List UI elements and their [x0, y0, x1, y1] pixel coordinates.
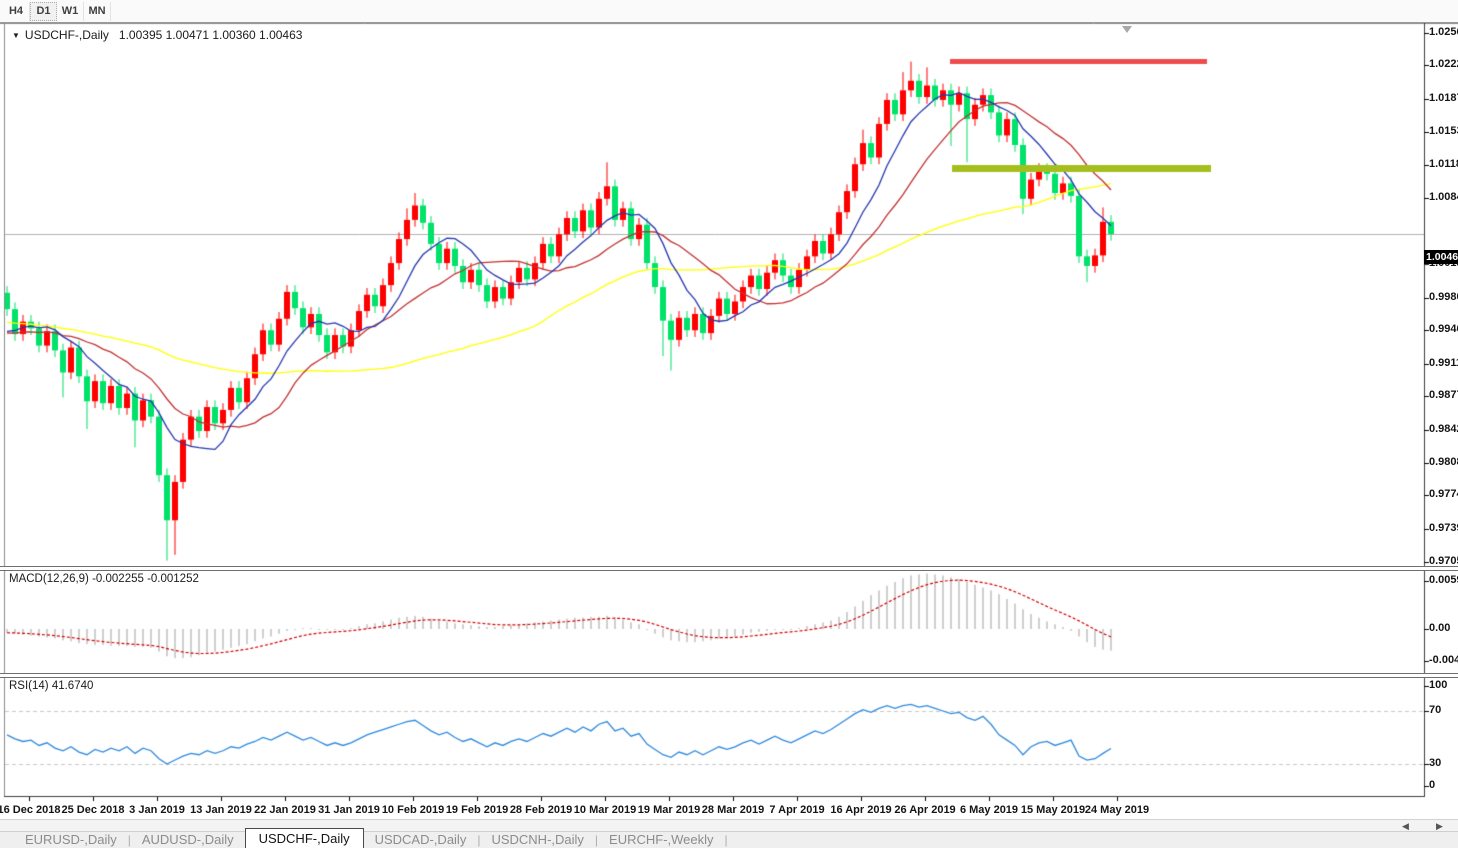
- chart-ohlc-values: 1.00395 1.00471 1.00360 1.00463: [118, 28, 303, 42]
- date-axis-label: 31 Jan 2019: [318, 804, 380, 816]
- price-axis-label: 0.99110: [1429, 357, 1458, 369]
- price-axis-label: 1.01530: [1429, 125, 1458, 137]
- date-axis-label: 16 Dec 2018: [0, 804, 61, 816]
- date-axis-label: 28 Feb 2019: [509, 804, 573, 816]
- tab-eurusd-daily[interactable]: EURUSD-,Daily: [14, 832, 128, 848]
- date-axis-label: 28 Mar 2019: [701, 804, 765, 816]
- date-axis-label: 15 May 2019: [1020, 804, 1086, 816]
- date-axis-label: 7 Apr 2019: [769, 804, 825, 816]
- horizontal-scrollbar[interactable]: ◀ ▶: [0, 819, 1458, 831]
- rsi-pane-splitter[interactable]: [0, 673, 1458, 678]
- rsi-indicator-label: RSI(14) 41.6740: [9, 680, 94, 692]
- tab-usdcnh-daily[interactable]: USDCNH-,Daily: [480, 832, 594, 848]
- macd-axis-label: -0.00424: [1429, 654, 1458, 666]
- date-axis-label: 16 Apr 2019: [830, 804, 892, 816]
- chart-area[interactable]: ▼ USDCHF-,Daily 1.00395 1.00471 1.00360 1.…: [0, 23, 1458, 820]
- macd-indicator-label: MACD(12,26,9) -0.002255 -0.001252: [9, 573, 199, 585]
- date-axis-label: 6 May 2019: [959, 804, 1019, 816]
- chart-symbol-label: USDCHF-,Daily: [24, 28, 109, 42]
- date-axis-label: 22 Jan 2019: [254, 804, 316, 816]
- tab-usdcad-daily[interactable]: USDCAD-,Daily: [364, 832, 478, 848]
- date-axis-label: 10 Feb 2019: [381, 804, 445, 816]
- price-axis-label: 1.02220: [1429, 58, 1458, 70]
- chart-title: ▼ USDCHF-,Daily 1.00395 1.00471 1.00360 1.…: [12, 28, 302, 42]
- tab-audusd-daily[interactable]: AUDUSD-,Daily: [131, 832, 245, 848]
- macd-axis-label: 0.00597: [1429, 574, 1458, 586]
- price-chart-canvas[interactable]: [0, 23, 1458, 820]
- timeframe-toolbar: H4 D1 W1 MN: [0, 0, 1458, 23]
- price-axis-label: 0.97740: [1429, 488, 1458, 500]
- date-axis-label: 26 Apr 2019: [894, 804, 956, 816]
- price-axis-label: 0.98420: [1429, 423, 1458, 435]
- timeframe-w1-button[interactable]: W1: [57, 1, 84, 21]
- date-axis-label: 13 Jan 2019: [190, 804, 252, 816]
- date-axis-label: 24 May 2019: [1084, 804, 1150, 816]
- price-axis-label: 0.99460: [1429, 323, 1458, 335]
- chart-dropdown-icon[interactable]: ▼: [12, 31, 20, 40]
- price-axis-label: 1.01870: [1429, 92, 1458, 104]
- rsi-axis-label: 100: [1429, 679, 1448, 691]
- price-axis-label: 0.97050: [1429, 555, 1458, 567]
- chart-tab-bar: EURUSD-,Daily | AUDUSD-,Daily USDCHF-,Daily…: [0, 827, 1458, 848]
- price-axis-label: 1.02560: [1429, 26, 1458, 38]
- price-axis-label: 0.98080: [1429, 456, 1458, 468]
- date-axis-label: 19 Feb 2019: [445, 804, 509, 816]
- timeframe-d1-button[interactable]: D1: [30, 1, 57, 21]
- price-axis-label: 1.01180: [1429, 158, 1458, 170]
- date-axis-label: 3 Jan 2019: [129, 804, 185, 816]
- price-axis-label: 1.00840: [1429, 191, 1458, 203]
- rsi-axis-label: 70: [1429, 704, 1442, 716]
- price-axis-label: 0.97390: [1429, 522, 1458, 534]
- rsi-axis-label: 0: [1429, 779, 1436, 791]
- price-axis-label: 0.98770: [1429, 389, 1458, 401]
- price-axis-label: 0.99800: [1429, 291, 1458, 303]
- date-axis-label: 10 Mar 2019: [573, 804, 637, 816]
- date-axis-label: 19 Mar 2019: [637, 804, 701, 816]
- current-price-badge: 1.00463: [1424, 250, 1458, 264]
- tab-eurchf-weekly[interactable]: EURCHF-,Weekly: [598, 832, 725, 848]
- tab-usdchf-daily[interactable]: USDCHF-,Daily: [244, 827, 364, 848]
- mt4-window: H4 D1 W1 MN ▼ USDCHF-,Daily 1.00395 1.0047…: [0, 0, 1458, 848]
- timeframe-h4-button[interactable]: H4: [3, 1, 30, 21]
- rsi-axis-label: 30: [1429, 757, 1442, 769]
- timeframe-mn-button[interactable]: MN: [84, 1, 111, 21]
- tab-separator: |: [724, 833, 728, 847]
- macd-axis-label: 0.00: [1429, 622, 1451, 634]
- macd-pane-splitter[interactable]: [0, 566, 1458, 571]
- date-axis-label: 25 Dec 2018: [61, 804, 125, 816]
- chart-shift-marker-icon[interactable]: [1122, 26, 1132, 33]
